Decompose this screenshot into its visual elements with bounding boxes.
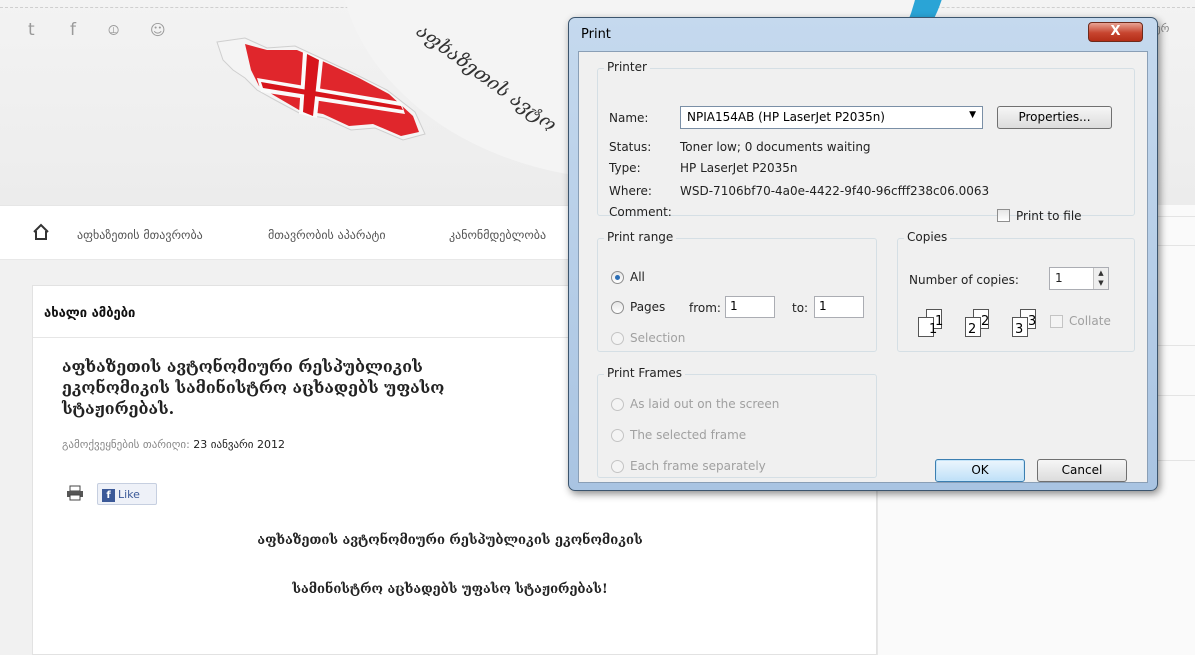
printer-group-label: Printer	[604, 60, 650, 74]
comment-label: Comment:	[609, 205, 672, 219]
page-number: 1	[935, 314, 944, 329]
pages-label: Pages	[630, 300, 666, 314]
number-of-copies-label: Number of copies:	[909, 273, 1019, 287]
status-label: Status:	[609, 140, 652, 154]
all-label: All	[630, 270, 645, 284]
where-label: Where:	[609, 184, 652, 198]
collate-checkbox[interactable]	[1050, 315, 1063, 328]
type-label: Type:	[609, 161, 641, 175]
copies-label: Copies	[904, 230, 951, 244]
type-value: HP LaserJet P2035n	[680, 161, 798, 175]
all-radio[interactable]	[611, 271, 624, 284]
copies-value: 1	[1055, 271, 1063, 285]
close-button[interactable]: X	[1088, 22, 1143, 42]
printer-select[interactable]: NPIA154AB (HP LaserJet P2035n) ▼	[680, 106, 983, 129]
page-number: 2	[968, 322, 977, 337]
article-body-line: აფხაზეთის ავტონომიური რესპუბლიკის ეკონომ…	[257, 533, 643, 548]
pages-radio[interactable]	[611, 301, 624, 314]
printer-select-value: NPIA154AB (HP LaserJet P2035n)	[687, 110, 885, 124]
frames-option-radio[interactable]	[611, 398, 624, 411]
chevron-down-icon: ▼	[969, 110, 976, 120]
cancel-button[interactable]: Cancel	[1037, 459, 1127, 482]
from-label: from:	[689, 301, 721, 315]
georgia-flag-map	[205, 30, 435, 150]
to-label: to:	[792, 301, 809, 315]
selection-label: Selection	[630, 331, 686, 345]
frames-option-label: Each frame separately	[630, 459, 766, 473]
article-headline[interactable]: აფხაზეთის ავტონომიური რესპუბლიკის ეკონომ…	[62, 356, 532, 419]
facebook-like-button[interactable]: f Like	[97, 483, 157, 505]
status-value: Toner low; 0 documents waiting	[680, 140, 871, 154]
page-number: 3	[1015, 322, 1024, 337]
frames-option-radio[interactable]	[611, 460, 624, 473]
from-input[interactable]: 1	[725, 296, 775, 318]
frames-option-radio[interactable]	[611, 429, 624, 442]
like-label: Like	[118, 488, 140, 501]
print-dialog: Print X Printer Name: NPIA154AB (HP Lase…	[568, 17, 1158, 491]
properties-button[interactable]: Properties...	[997, 106, 1112, 129]
home-icon[interactable]	[32, 223, 50, 245]
to-input[interactable]: 1	[814, 296, 864, 318]
print-to-file-checkbox[interactable]	[997, 209, 1010, 222]
copies-stepper[interactable]: 1 ▲ ▼	[1049, 267, 1109, 290]
rss-icon[interactable]: ⦹	[108, 23, 119, 39]
print-frames-label: Print Frames	[604, 366, 686, 380]
facebook-icon[interactable]: f	[70, 20, 76, 40]
selection-radio[interactable]	[611, 332, 624, 345]
nav-item-apparatus[interactable]: მთავრობის აპარატი	[268, 228, 386, 242]
print-to-file-label: Print to file	[1016, 209, 1082, 223]
twitter-icon[interactable]: t	[28, 20, 35, 40]
nav-item-government[interactable]: აფხაზეთის მთავრობა	[77, 228, 203, 242]
article-date: გამოქვეყნების თარიღი: 23 იანვარი 2012	[62, 438, 285, 451]
print-icon[interactable]	[66, 485, 84, 505]
frames-option-label: As laid out on the screen	[630, 397, 780, 411]
date-value: 23 იანვარი 2012	[193, 438, 285, 451]
dialog-body: Printer Name: NPIA154AB (HP LaserJet P20…	[578, 51, 1148, 483]
print-range-label: Print range	[604, 230, 677, 244]
page-number: 2	[981, 314, 990, 329]
article-body-line: სამინისტრო აცხადებს უფასო სტაჟირებას!	[292, 582, 608, 597]
nav-item-legislation[interactable]: კანონმდებლობა	[449, 228, 546, 242]
name-label: Name:	[609, 111, 649, 125]
date-label: გამოქვეყნების თარიღი:	[62, 438, 190, 451]
section-title: ახალი ამბები	[44, 306, 136, 321]
facebook-icon: f	[102, 488, 115, 502]
ok-button[interactable]: OK	[935, 459, 1025, 482]
where-value: WSD-7106bf70-4a0e-4422-9f40-96cfff238c06…	[680, 184, 990, 198]
spin-arrows-icon[interactable]: ▲ ▼	[1093, 268, 1108, 289]
collate-label: Collate	[1069, 314, 1111, 328]
frames-option-label: The selected frame	[630, 428, 747, 442]
page-number: 3	[1028, 314, 1037, 329]
dialog-title: Print	[581, 27, 611, 42]
mail-icon[interactable]: ☺	[150, 21, 166, 39]
